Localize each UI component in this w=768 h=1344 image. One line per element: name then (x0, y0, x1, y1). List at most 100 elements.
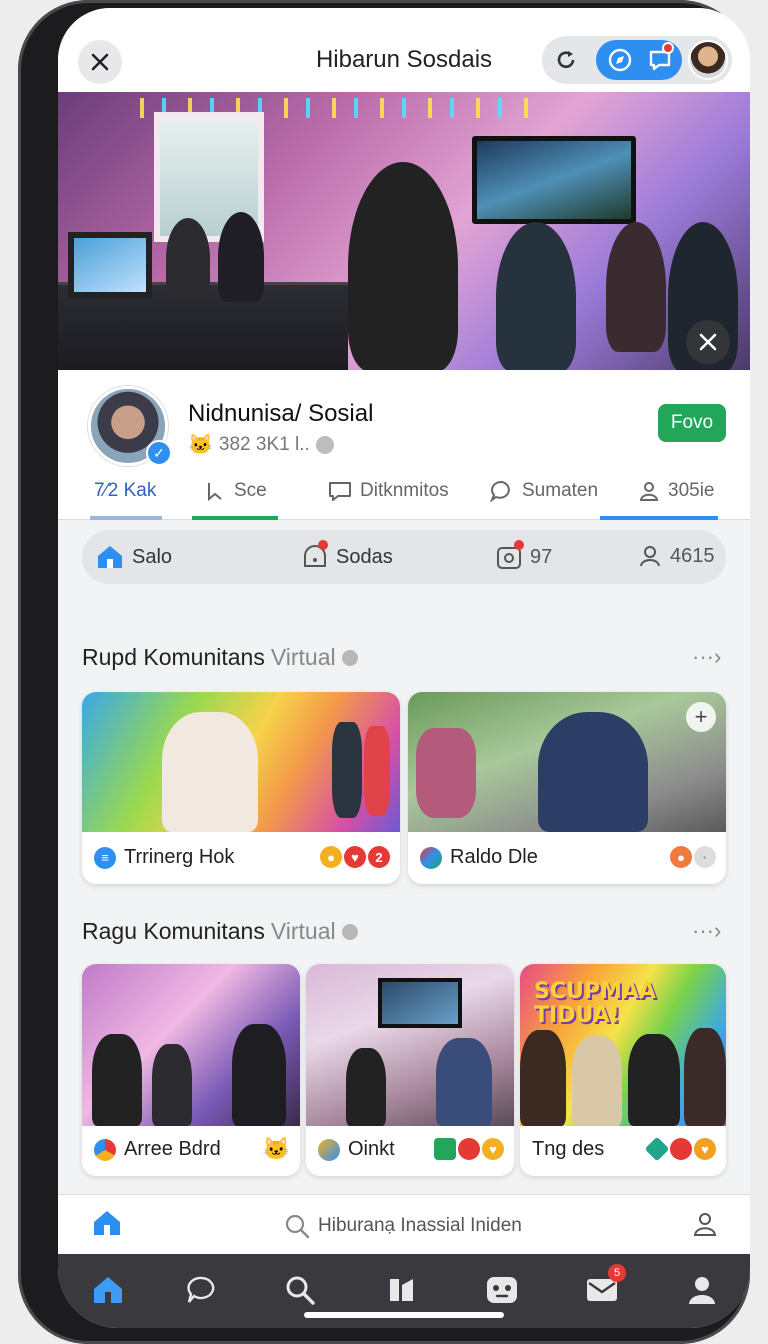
heart-icon: ♥ (694, 1138, 716, 1160)
pin-icon (318, 1138, 340, 1161)
profile-button[interactable] (692, 1211, 718, 1242)
person (92, 1034, 142, 1126)
person (348, 162, 458, 370)
home-icon (98, 546, 122, 568)
nav-games[interactable] (484, 1272, 520, 1308)
home-indicator[interactable] (304, 1312, 504, 1318)
tab-0[interactable]: 7⁄2 Kak (94, 480, 156, 502)
home-button[interactable] (92, 1209, 122, 1242)
quick-social[interactable]: Sodas (302, 540, 393, 570)
card-label: Raldo Dle (420, 846, 538, 869)
quick-photos[interactable]: 97 (496, 540, 553, 570)
user-icon (639, 482, 659, 501)
nav-profile[interactable] (684, 1272, 720, 1308)
quick-label: Sodas (336, 545, 393, 568)
close-icon (699, 333, 717, 351)
person (416, 728, 476, 818)
section-title-main: Ragu Komunitans (82, 918, 265, 944)
bookmark-icon (208, 483, 222, 502)
info-icon (341, 649, 358, 666)
nav-chat[interactable] (184, 1272, 220, 1308)
quick-label: 97 (530, 545, 553, 568)
community-card[interactable]: SCUPMAA TIDUA! Tng des ♥ (520, 964, 726, 1176)
profile-card: ✓ Nidnunisa/ Sosial 🐱 382 3K1 l.. Fovo 7… (58, 370, 750, 520)
reload-icon (557, 51, 575, 69)
card-image (82, 692, 400, 832)
fish-icon: ● (670, 846, 692, 868)
person (152, 1044, 192, 1126)
community-card[interactable]: ≡ Trrinerg Hok ● ♥ 2 (82, 692, 400, 884)
home-icon (94, 1211, 120, 1235)
top-bar: Hibarun Sosdais (58, 8, 750, 92)
hero-image (58, 92, 750, 370)
person (496, 222, 576, 370)
card-reactions: ♥ (434, 1138, 504, 1160)
explore-button[interactable] (606, 46, 634, 79)
search-icon (286, 1276, 315, 1305)
community-card[interactable]: + Raldo Dle ● · (408, 692, 726, 884)
cat-icon: 🐱 (188, 434, 213, 456)
list-icon: ≡ (94, 846, 116, 869)
person (436, 1038, 492, 1126)
chat-bubble-icon (329, 482, 351, 501)
grid-icon (390, 1279, 413, 1301)
quick-label: 4615 (670, 544, 715, 567)
reload-button[interactable] (550, 44, 582, 76)
search-input[interactable]: Hiburanạ Inassial Iniden (284, 1213, 522, 1239)
person (346, 1048, 386, 1126)
person (162, 712, 258, 832)
person (538, 712, 648, 832)
tab-underline (600, 516, 718, 520)
quick-friends[interactable]: 4615 (638, 544, 715, 568)
person (606, 222, 666, 352)
person (166, 218, 210, 298)
nav-search[interactable] (282, 1272, 318, 1308)
card-title: Tng des (532, 1138, 605, 1160)
more-icon[interactable]: · (694, 846, 716, 868)
chrome-icon (94, 1138, 116, 1161)
social-actions (596, 40, 682, 80)
nav-home[interactable] (90, 1272, 126, 1308)
verified-icon: ✓ (146, 440, 172, 466)
tab-1[interactable]: Sce (204, 480, 267, 502)
heart-icon: ♥ (482, 1138, 504, 1160)
quick-label: Salo (132, 545, 173, 568)
card-image (82, 964, 300, 1126)
tab-3[interactable]: Sumaten (490, 480, 598, 502)
nav-mail[interactable]: 5 (584, 1264, 626, 1308)
person (572, 1036, 622, 1126)
notification-dot (662, 42, 674, 54)
card-image (306, 964, 514, 1126)
quick-home[interactable]: Salo (96, 544, 172, 570)
follow-button[interactable]: Fovo (658, 404, 726, 442)
tab-2[interactable]: Ditknmitos (328, 480, 449, 502)
card-title: Trrinerg Hok (124, 846, 235, 868)
quick-actions: Salo Sodas 97 4615 (82, 530, 726, 584)
card-reactions: ● ♥ 2 (320, 846, 390, 868)
card-reactions: ● · (670, 846, 716, 868)
hero-close-button[interactable] (686, 320, 730, 364)
card-reactions: 🐱 (263, 1136, 290, 1162)
header-actions (542, 36, 732, 84)
card-label: Oinkt (318, 1138, 395, 1161)
nav-stats[interactable] (384, 1272, 420, 1308)
tab-label: 305ie (668, 480, 715, 501)
community-card[interactable]: Arree Bdrd 🐱 (82, 964, 300, 1176)
community-card[interactable]: Oinkt ♥ (306, 964, 514, 1176)
cat-icon: 🐱 (262, 1136, 290, 1161)
avatar[interactable] (688, 40, 728, 80)
tab-label: Ditknmitos (360, 480, 449, 501)
section-more-link[interactable]: ···› (692, 918, 721, 944)
plus-icon[interactable]: + (686, 702, 716, 732)
section-title-main: Rupd Komunitans (82, 644, 265, 670)
phone-frame: Hibarun Sosdais ✓ Nidnunisa/ Sosial 🐱 38… (18, 0, 750, 1344)
person (218, 212, 264, 302)
user-icon (693, 1213, 717, 1236)
section-more-link[interactable]: ···› (692, 644, 721, 670)
card-title: Oinkt (348, 1138, 395, 1160)
tab-4[interactable]: 305ie (638, 480, 715, 502)
heart-icon: ♥ (344, 846, 366, 868)
person (628, 1034, 680, 1126)
pin-icon (458, 1138, 480, 1160)
person (364, 726, 390, 816)
